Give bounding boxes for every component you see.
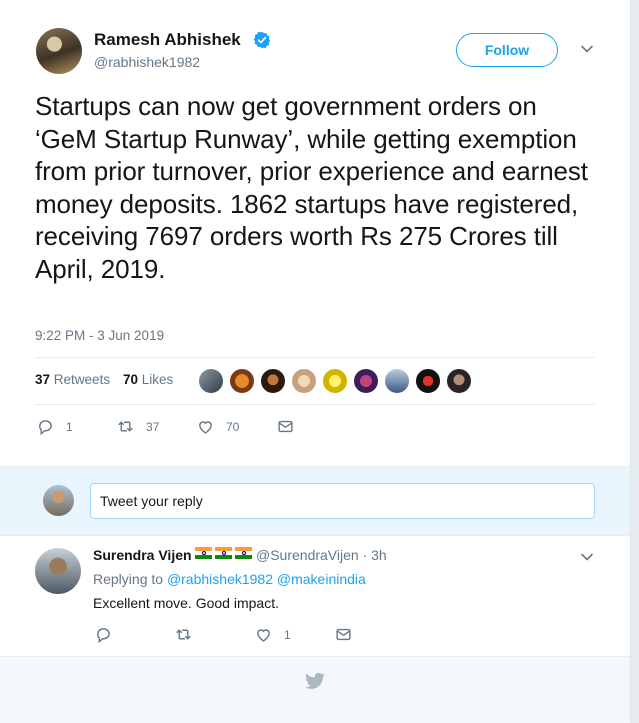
like-action[interactable]: 70 [197, 418, 239, 435]
liker-avatar[interactable] [415, 368, 441, 394]
reply-icon [39, 420, 52, 435]
reply-author-name[interactable]: Surendra Vijen [93, 547, 192, 563]
liker-avatar[interactable] [229, 368, 255, 394]
reply-action[interactable] [95, 626, 124, 643]
reply-count: 1 [66, 419, 73, 434]
retweets-label: Retweets [53, 372, 111, 387]
likes-count: 70 [123, 372, 139, 387]
retweet-count: 37 [146, 419, 160, 434]
chevron-down-icon[interactable] [580, 552, 594, 562]
liker-avatar[interactable] [260, 368, 286, 394]
liker-avatar[interactable] [291, 368, 317, 394]
retweet-action[interactable] [175, 626, 204, 643]
reply-handle-time[interactable]: @SurendraVijen · 3h [256, 547, 387, 563]
flag-india-icon [195, 547, 212, 559]
message-icon [336, 628, 351, 641]
author-name[interactable]: Ramesh Abhishek [94, 30, 241, 50]
flag-india-icon [215, 547, 232, 559]
liker-avatar[interactable] [446, 368, 472, 394]
reply-icon [97, 628, 110, 643]
message-icon [278, 420, 293, 433]
retweet-action[interactable]: 37 [117, 418, 159, 435]
like-icon [199, 421, 212, 434]
reply-input[interactable]: Tweet your reply [90, 483, 595, 519]
message-action[interactable] [335, 626, 364, 643]
likes-label: Likes [141, 372, 174, 387]
follow-button[interactable]: Follow [456, 33, 558, 67]
retweets-count: 37 [35, 372, 51, 387]
liker-avatar[interactable] [198, 368, 224, 394]
like-icon [257, 629, 270, 642]
replying-prefix: Replying to [93, 571, 164, 587]
replying-to: Replying to @rabhishek1982 @makeinindia [93, 571, 366, 587]
mention-link[interactable]: @rabhishek1982 [167, 571, 273, 587]
author-avatar[interactable] [36, 28, 82, 74]
retweet-icon [118, 421, 133, 432]
divider [0, 535, 630, 536]
message-action[interactable] [277, 418, 306, 435]
mention-link[interactable]: @makeinindia [277, 571, 366, 587]
verified-icon [253, 31, 271, 49]
reply-action[interactable]: 1 [37, 418, 73, 435]
retweet-icon [176, 629, 191, 640]
tweet-card: Ramesh Abhishek @rabhishek1982 Follow St… [0, 0, 630, 723]
flag-india-icon [195, 547, 255, 559]
divider [35, 404, 595, 405]
viewer-avatar [43, 485, 74, 516]
chevron-down-icon[interactable] [580, 44, 594, 54]
like-count: 70 [226, 419, 240, 434]
like-action[interactable]: 1 [255, 626, 291, 643]
reply-text: Excellent move. Good impact. [93, 595, 279, 611]
retweets-stat[interactable]: 37 Retweets [35, 372, 110, 387]
like-count: 1 [284, 627, 291, 642]
reply-author-avatar[interactable] [35, 548, 81, 594]
tweet-text: Startups can now get government orders o… [35, 91, 588, 284]
liker-avatar[interactable] [353, 368, 379, 394]
flag-india-icon [235, 547, 252, 559]
liker-avatars [198, 368, 477, 394]
liker-avatar[interactable] [384, 368, 410, 394]
twitter-bird-icon [305, 672, 325, 689]
tweet-timestamp[interactable]: 9:22 PM - 3 Jun 2019 [35, 328, 164, 343]
scrollbar-track[interactable] [630, 0, 639, 722]
author-handle[interactable]: @rabhishek1982 [94, 54, 200, 70]
liker-avatar[interactable] [322, 368, 348, 394]
divider [35, 357, 595, 358]
likes-stat[interactable]: 70 Likes [123, 372, 173, 387]
